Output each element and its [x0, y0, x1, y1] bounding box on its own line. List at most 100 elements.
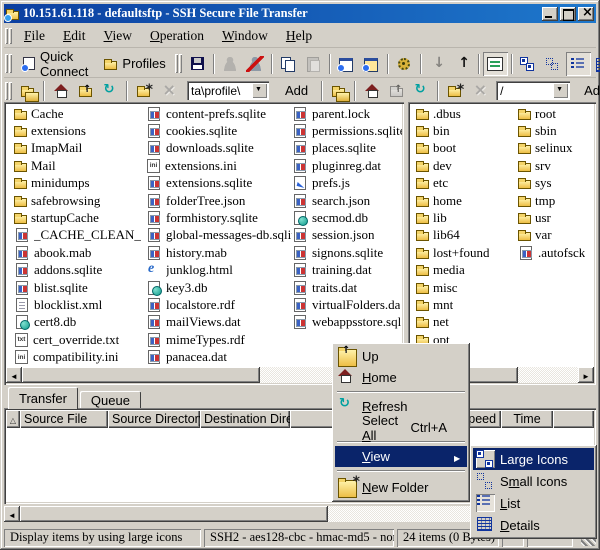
arrow-down-toolbar-button[interactable]	[425, 52, 450, 76]
list-menu-item[interactable]: List	[473, 492, 594, 514]
list-toolbar-button[interactable]	[566, 52, 591, 76]
remote-path-value[interactable]: /	[498, 83, 553, 98]
x-local-toolbar-button[interactable]	[156, 79, 181, 103]
file-menu[interactable]: File	[15, 26, 54, 46]
db-file[interactable]: secmod.db	[292, 209, 402, 226]
win-folder-toolbar-button[interactable]	[359, 52, 384, 76]
folder-file[interactable]: sys	[518, 175, 594, 192]
small-icons-menu-item[interactable]: Small Icons	[473, 470, 594, 492]
folder-file[interactable]: tmp	[518, 192, 594, 209]
remote-add-button[interactable]: Add	[574, 81, 600, 100]
view-menu[interactable]: View	[95, 26, 141, 46]
local-path-combobox[interactable]: ta\profile\	[187, 81, 269, 100]
folder-file[interactable]: safebrowsing	[14, 192, 146, 209]
folder-file[interactable]: var	[518, 227, 594, 244]
db-file[interactable]: key3.db	[146, 279, 292, 296]
details-toolbar-button[interactable]	[591, 52, 600, 76]
folder-file[interactable]: bin	[416, 122, 518, 139]
home-remote-toolbar-button[interactable]	[359, 79, 384, 103]
doc-file[interactable]: localstore.rdf	[146, 296, 292, 313]
folder-file[interactable]: mnt	[416, 296, 518, 313]
local-path-value[interactable]: ta\profile\	[189, 83, 252, 98]
doc-file[interactable]: parent.lock	[292, 105, 402, 122]
doc-file[interactable]: folderTree.json	[146, 192, 292, 209]
operation-menu[interactable]: Operation	[141, 26, 213, 46]
folder-file[interactable]: misc	[416, 279, 518, 296]
refresh-local-toolbar-button[interactable]	[98, 79, 123, 103]
xml-file[interactable]: blocklist.xml	[14, 296, 146, 313]
close-window-button[interactable]	[578, 7, 594, 21]
folder-file[interactable]: ImapMail	[14, 140, 146, 157]
doc-file[interactable]: places.sqlite	[292, 140, 402, 157]
help-menu[interactable]: Help	[277, 26, 321, 46]
folder-cd-local-toolbar-button[interactable]	[15, 79, 40, 103]
view-menu-item[interactable]: View	[335, 446, 467, 467]
folder-file[interactable]: srv	[518, 157, 594, 174]
time-column-header[interactable]: Time	[501, 410, 553, 428]
folder-file[interactable]: extensions	[14, 122, 146, 139]
doc-file[interactable]: abook.mab	[14, 244, 146, 261]
js-file[interactable]: prefs.js	[292, 175, 402, 192]
folder-file[interactable]: etc	[416, 175, 518, 192]
up-folder-remote-toolbar-button[interactable]	[384, 79, 409, 103]
doc-file[interactable]: signons.sqlite	[292, 244, 402, 261]
toolbar-gripper[interactable]	[5, 50, 12, 77]
folder-file[interactable]: lib64	[416, 227, 518, 244]
doc-file[interactable]: content-prefs.sqlite	[146, 105, 292, 122]
up-folder-local-toolbar-button[interactable]	[73, 79, 98, 103]
doc-file[interactable]: traits.dat	[292, 279, 402, 296]
toolbar-gripper[interactable]	[5, 78, 12, 103]
doc-file[interactable]: training.dat	[292, 262, 402, 279]
folder-file[interactable]: Mail	[14, 157, 146, 174]
edit-menu[interactable]: Edit	[54, 26, 95, 46]
doc-file[interactable]: blist.sqlite	[14, 279, 146, 296]
scroll-left-icon[interactable]	[6, 367, 22, 383]
html-file[interactable]: junklog.html	[146, 262, 292, 279]
new-folder-remote-toolbar-button[interactable]	[442, 79, 467, 103]
doc-file[interactable]: permissions.sqlite	[292, 122, 402, 139]
folder-file[interactable]: Cache	[14, 105, 146, 122]
source-file-column-header[interactable]: Source File	[20, 410, 108, 428]
destination-dire-column-header[interactable]: Destination Dire...	[200, 410, 290, 428]
doc-file[interactable]: addons.sqlite	[14, 262, 146, 279]
view-pane-toolbar-button[interactable]	[483, 52, 508, 76]
folder-file[interactable]: .dbus	[416, 105, 518, 122]
toolbar-gripper[interactable]	[175, 50, 182, 77]
paste-toolbar-button[interactable]	[301, 52, 326, 76]
doc-file[interactable]: session.json	[292, 227, 402, 244]
folder-file[interactable]: media	[416, 262, 518, 279]
user-toolbar-button[interactable]	[218, 52, 243, 76]
folder-file[interactable]: dev	[416, 157, 518, 174]
folder-file[interactable]: startupCache	[14, 209, 146, 226]
folder-cd-remote-toolbar-button[interactable]	[326, 79, 351, 103]
user-x-toolbar-button[interactable]	[243, 52, 268, 76]
title-bar[interactable]: 10.151.61.118 - defaultsftp - SSH Secure…	[4, 4, 596, 23]
doc-file[interactable]: panacea.dat	[146, 348, 292, 365]
win-new-toolbar-button[interactable]	[334, 52, 359, 76]
arrow-up-toolbar-button[interactable]	[450, 52, 475, 76]
local-add-button[interactable]: Add	[275, 81, 318, 100]
doc-file[interactable]: webappsstore.sql	[292, 314, 402, 331]
refresh-remote-toolbar-button[interactable]	[409, 79, 434, 103]
folder-file[interactable]: usr	[518, 209, 594, 226]
maximize-window-button[interactable]	[560, 7, 576, 21]
home-local-toolbar-button[interactable]	[48, 79, 73, 103]
copy-toolbar-button[interactable]	[276, 52, 301, 76]
new-folder-local-toolbar-button[interactable]	[131, 79, 156, 103]
quick-connect-button[interactable]: Quick Connect	[15, 52, 96, 76]
folder-file[interactable]: net	[416, 314, 518, 331]
large-icons-menu-item[interactable]: Large Icons	[473, 448, 594, 470]
home-menu-item[interactable]: Home	[335, 367, 467, 388]
small-icons-toolbar-button[interactable]	[541, 52, 566, 76]
doc-file[interactable]: virtualFolders.da	[292, 296, 402, 313]
doc-file[interactable]: cookies.sqlite	[146, 122, 292, 139]
queue-tab[interactable]: Queue	[80, 391, 141, 409]
up-folder-menu-item[interactable]: Up	[335, 346, 467, 367]
doc-file[interactable]: pluginreg.dat	[292, 157, 402, 174]
select-all-menu-item[interactable]: Select All Ctrl+A	[335, 417, 467, 438]
remote-path-dropdown-icon[interactable]	[553, 83, 568, 98]
doc-file[interactable]: search.json	[292, 192, 402, 209]
toolbar-gripper[interactable]	[5, 25, 12, 47]
local-path-dropdown-icon[interactable]	[252, 83, 267, 98]
source-directory-column-header[interactable]: Source Directory	[108, 410, 200, 428]
